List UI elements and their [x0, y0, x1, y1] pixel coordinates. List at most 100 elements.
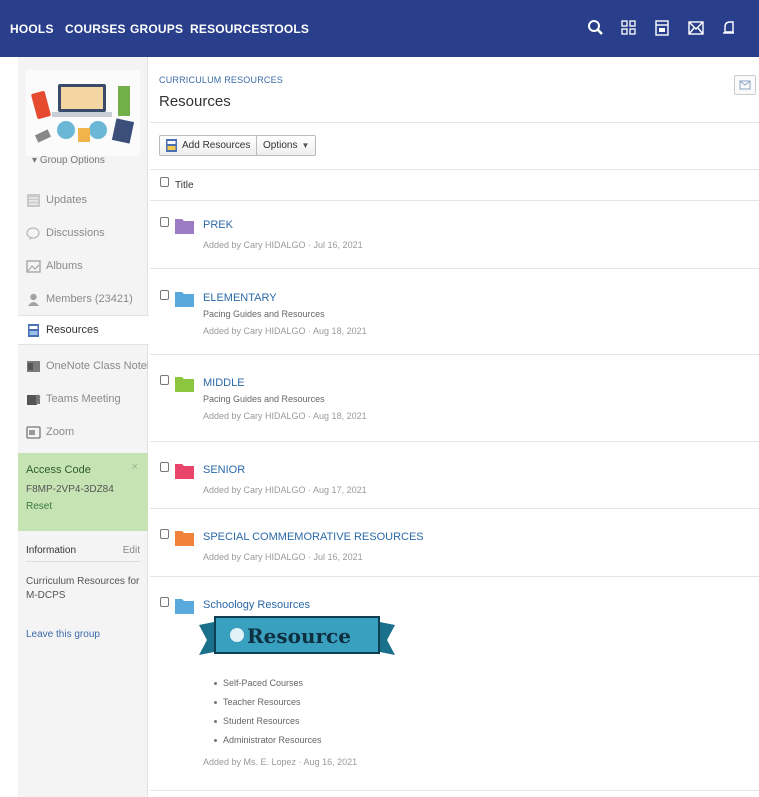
item-checkbox[interactable] — [160, 597, 169, 607]
folder-icon — [175, 462, 194, 479]
banner-text: Resource — [247, 624, 351, 648]
calendar-icon[interactable] — [652, 18, 672, 38]
sidebar-item-updates[interactable]: Updates — [18, 188, 148, 212]
column-header-title: Title — [175, 180, 194, 191]
access-code-title: Access Code — [26, 464, 91, 476]
sidebar-item-label: Updates — [46, 194, 87, 206]
albums-icon — [26, 259, 41, 273]
sidebar-item-label: Discussions — [46, 227, 105, 239]
message-icon[interactable] — [734, 75, 756, 95]
item-checkbox[interactable] — [160, 375, 169, 385]
caret-down-icon: ▼ — [301, 141, 310, 150]
sidebar-item-label: Albums — [46, 260, 83, 272]
item-checkbox[interactable] — [160, 462, 169, 472]
notification-icon[interactable] — [719, 18, 739, 38]
sidebar-item-label: Resources — [46, 324, 99, 336]
resources-icon — [28, 323, 39, 337]
sidebar-item-label: OneNote Class Notebo... — [46, 360, 148, 372]
list-item: Administrator Resources — [214, 735, 322, 754]
nav-link-resources[interactable]: RESOURCES — [190, 22, 268, 36]
nav-link-courses[interactable]: COURSES — [65, 22, 126, 36]
close-icon[interactable]: × — [132, 461, 138, 473]
resource-subtitle: Pacing Guides and Resources — [203, 309, 325, 319]
information-label: Information — [26, 545, 77, 556]
breadcrumb[interactable]: CURRICULUM RESOURCES — [159, 75, 283, 85]
options-button[interactable]: Options ▼ — [256, 135, 317, 156]
nav-link-schools[interactable]: HOOLS — [10, 22, 54, 36]
onenote-icon — [27, 360, 40, 372]
divider — [26, 561, 140, 562]
resource-meta: Added by Ms. E. Lopez · Aug 16, 2021 — [203, 757, 358, 767]
select-all-checkbox[interactable] — [160, 177, 169, 187]
sidebar-item-albums[interactable]: Albums — [18, 254, 148, 278]
resource-meta: Added by Cary HIDALGO · Aug 18, 2021 — [203, 326, 367, 336]
resource-title-link[interactable]: MIDDLE — [203, 377, 245, 389]
add-resources-label: Add Resources — [182, 140, 251, 151]
group-options-link[interactable]: ▾ Group Options — [32, 155, 105, 166]
search-icon[interactable] — [586, 18, 606, 38]
sidebar-item-members[interactable]: Members (23421) — [18, 287, 148, 311]
folder-icon — [175, 290, 194, 307]
leave-group-link[interactable]: Leave this group — [26, 629, 100, 640]
folder-icon — [175, 217, 194, 234]
item-checkbox[interactable] — [160, 290, 169, 300]
resource-meta: Added by Cary HIDALGO · Aug 18, 2021 — [203, 411, 367, 421]
resource-title-link[interactable]: SPECIAL COMMEMORATIVE RESOURCES — [203, 531, 424, 543]
sidebar-item-onenote[interactable]: OneNote Class Notebo... — [18, 354, 148, 378]
page-title: Resources — [159, 93, 231, 110]
resource-title-link[interactable]: SENIOR — [203, 464, 245, 476]
divider — [150, 122, 759, 123]
sidebar-item-label: Teams Meeting — [46, 393, 121, 405]
item-checkbox[interactable] — [160, 529, 169, 539]
sidebar-item-resources[interactable]: Resources — [18, 315, 149, 345]
list-item: Student Resources — [214, 716, 322, 735]
teams-icon — [27, 394, 41, 405]
divider — [150, 200, 759, 201]
folder-icon — [175, 529, 194, 546]
folder-icon — [175, 375, 194, 392]
folder-icon — [175, 597, 194, 614]
resource-meta: Added by Cary HIDALGO · Jul 16, 2021 — [203, 552, 363, 562]
group-options-label: Group Options — [39, 155, 105, 166]
divider — [150, 169, 759, 170]
add-resources-button[interactable]: Add Resources ▼ — [159, 135, 270, 156]
resource-meta: Added by Cary HIDALGO · Aug 17, 2021 — [203, 485, 367, 495]
item-checkbox[interactable] — [160, 217, 169, 227]
nav-link-groups[interactable]: GROUPS — [130, 22, 183, 36]
resources-icon — [166, 139, 177, 152]
resource-title-link[interactable]: Schoology Resources — [203, 599, 310, 611]
information-edit-link[interactable]: Edit — [123, 545, 140, 556]
resource-banner-image: Resource — [197, 611, 397, 661]
schoology-bullet-list: Self-Paced Courses Teacher Resources Stu… — [214, 678, 322, 754]
sidebar-item-label: Members (23421) — [46, 293, 133, 305]
sidebar-item-zoom[interactable]: Zoom — [18, 420, 148, 444]
discussions-icon — [26, 226, 40, 240]
resource-title-link[interactable]: PREK — [203, 219, 233, 231]
apps-grid-icon[interactable] — [619, 18, 639, 38]
divider — [150, 441, 759, 442]
divider — [150, 354, 759, 355]
resource-subtitle: Pacing Guides and Resources — [203, 394, 325, 404]
sidebar-item-teams[interactable]: Teams Meeting — [18, 387, 148, 411]
top-nav: HOOLS COURSES GROUPS RESOURCES TOOLS — [0, 0, 759, 57]
group-picture — [26, 70, 140, 156]
access-code-box: Access Code F8MP-2VP4-3DZ84 Reset × — [18, 453, 148, 531]
access-code-value: F8MP-2VP4-3DZ84 — [26, 484, 114, 495]
updates-icon — [27, 193, 40, 207]
information-description: Curriculum Resources for M-DCPS — [26, 576, 140, 601]
list-item: Self-Paced Courses — [214, 678, 322, 697]
sidebar-item-discussions[interactable]: Discussions — [18, 221, 148, 245]
sidebar-item-label: Zoom — [46, 426, 75, 438]
information-header: Information Edit — [26, 545, 140, 556]
sidebar: ▾ Group Options Updates Discussions Albu… — [18, 57, 149, 797]
list-item: Teacher Resources — [214, 697, 322, 716]
divider — [150, 508, 759, 509]
access-code-reset-link[interactable]: Reset — [26, 501, 140, 512]
divider — [150, 268, 759, 269]
resource-title-link[interactable]: ELEMENTARY — [203, 292, 277, 304]
divider — [150, 576, 759, 577]
zoom-icon — [26, 425, 41, 439]
nav-link-tools[interactable]: TOOLS — [267, 22, 309, 36]
resource-meta: Added by Cary HIDALGO · Jul 16, 2021 — [203, 240, 363, 250]
mail-icon[interactable] — [686, 18, 706, 38]
